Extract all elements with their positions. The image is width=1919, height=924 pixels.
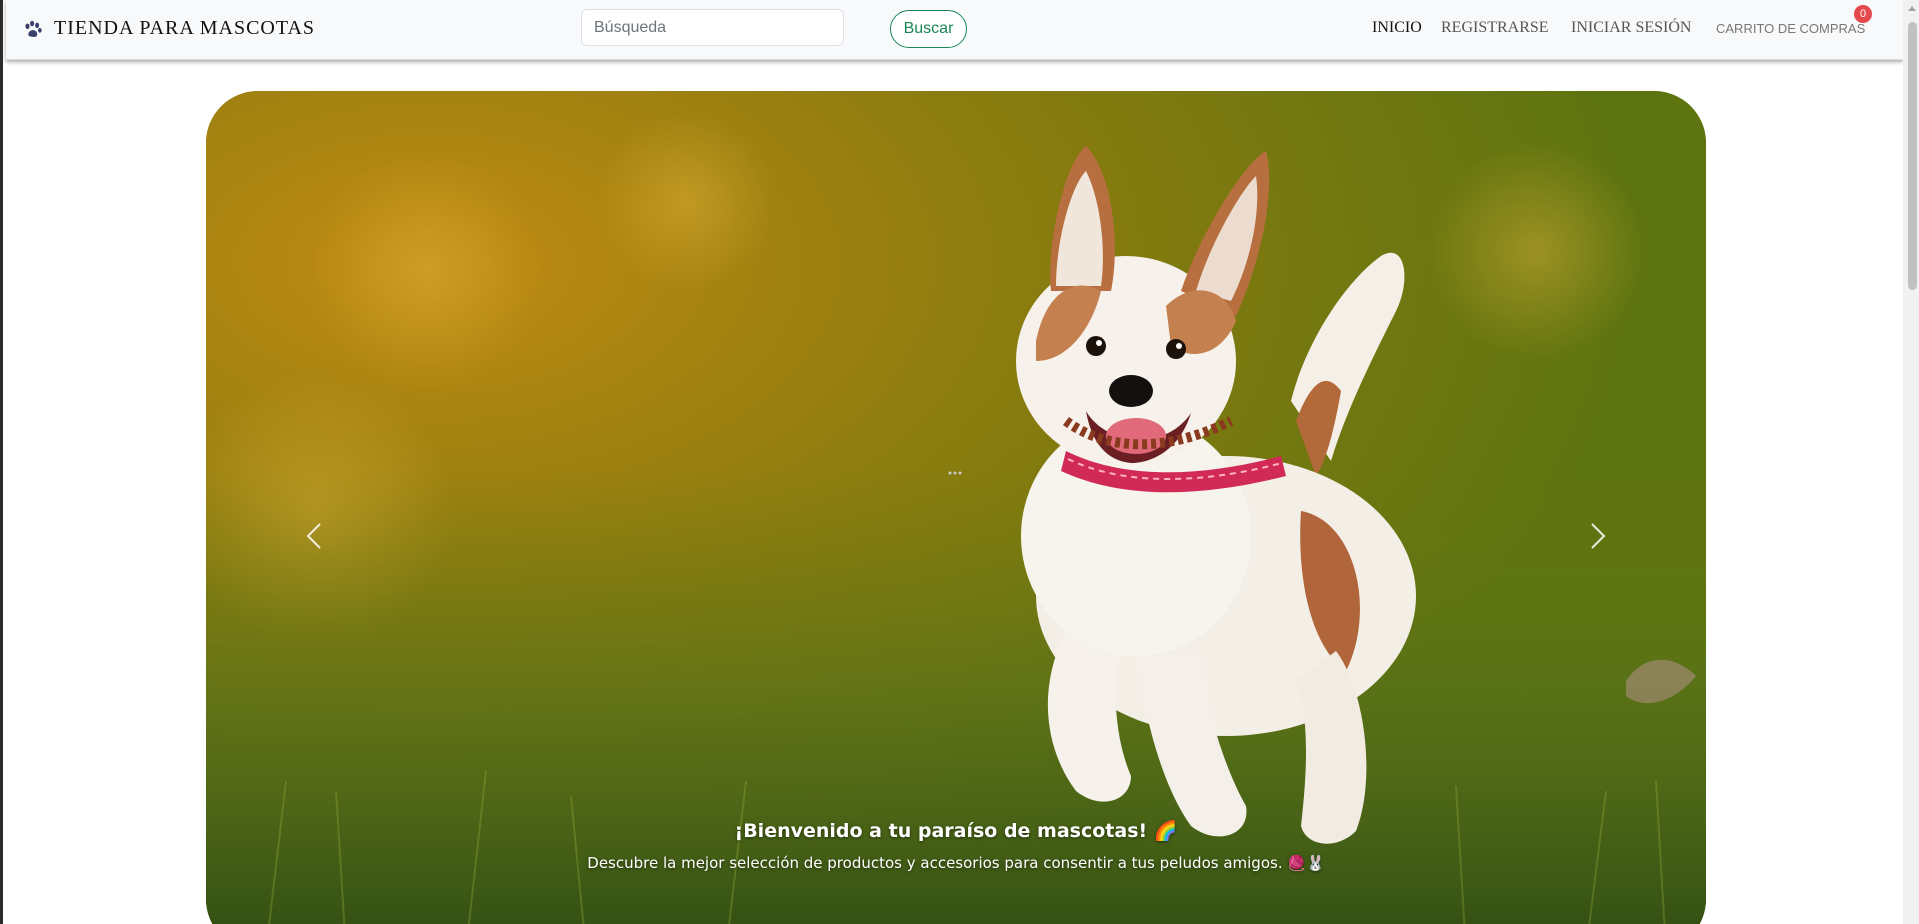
- cart-count-badge: 0: [1854, 5, 1872, 23]
- caption-text: Descubre la mejor selección de productos…: [587, 854, 1325, 872]
- nav-link-registrarse[interactable]: REGISTRARSE: [1441, 19, 1549, 37]
- chevron-left-icon: [306, 523, 321, 549]
- nav-link-iniciar-sesion[interactable]: INICIAR SESIÓN: [1571, 19, 1691, 37]
- scroll-thumb[interactable]: [1908, 22, 1917, 290]
- chevron-right-icon: [1591, 523, 1606, 549]
- carousel-caption: ¡Bienvenido a tu paraíso de mascotas! 🌈 …: [206, 819, 1706, 872]
- carousel-prev-button[interactable]: [296, 516, 336, 556]
- hero-carousel: ¡Bienvenido a tu paraíso de mascotas! 🌈 …: [206, 91, 1706, 924]
- browser-viewport: TIENDA PARA MASCOTAS Buscar INICIO REGIS…: [0, 0, 1919, 924]
- page-scrollbar[interactable]: [1903, 0, 1919, 924]
- nav-link-inicio[interactable]: INICIO: [1372, 19, 1422, 37]
- navbar: TIENDA PARA MASCOTAS Buscar INICIO REGIS…: [6, 0, 1903, 60]
- caption-title: ¡Bienvenido a tu paraíso de mascotas! 🌈: [734, 820, 1178, 842]
- hero-dog-image: [206, 91, 1706, 924]
- nav-links: INICIO REGISTRARSE INICIAR SESIÓN CARRIT…: [6, 19, 1903, 43]
- carousel-next-button[interactable]: [1576, 516, 1616, 556]
- nav-link-carrito[interactable]: CARRITO DE COMPRAS: [1716, 21, 1865, 36]
- scroll-up-arrow-icon[interactable]: [1908, 6, 1916, 11]
- carousel-indicator[interactable]: [947, 471, 963, 475]
